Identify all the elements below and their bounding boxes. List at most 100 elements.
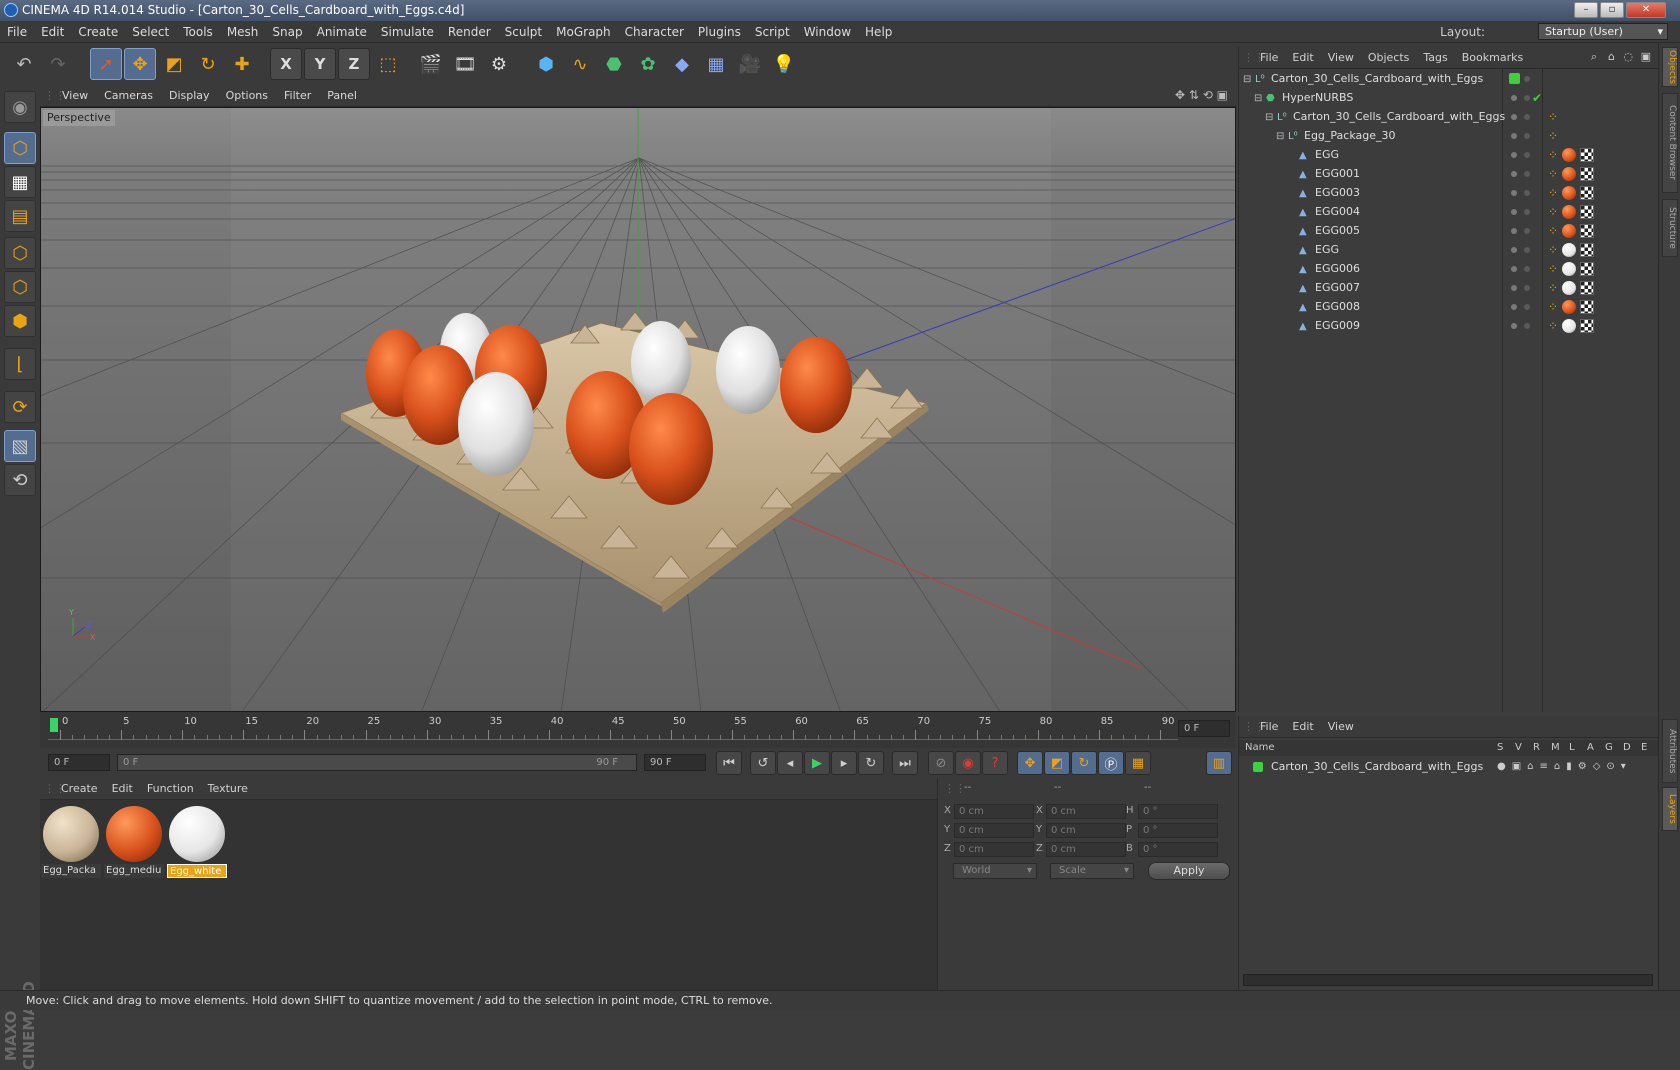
uvw-tag-icon[interactable] bbox=[1580, 148, 1594, 162]
timeline-ruler[interactable]: 0 5 10 15 20 25 30 35 40 45 50 55 60 65 70 75 80 85 90 0 F bbox=[40, 712, 1236, 748]
cube-primitive-icon[interactable]: ⬢ bbox=[530, 48, 562, 80]
menu-script[interactable]: Script bbox=[748, 21, 797, 43]
layer-col-l[interactable]: L bbox=[1569, 740, 1575, 756]
phong-tag-icon[interactable]: ⁘ bbox=[1548, 244, 1560, 256]
menu-select[interactable]: Select bbox=[125, 21, 176, 43]
editor-visibility-dot[interactable] bbox=[1511, 304, 1517, 310]
coord-pos-y-field[interactable]: 0 cm bbox=[954, 823, 1034, 838]
search-icon[interactable]: ⌕ bbox=[1591, 50, 1597, 64]
uvw-tag-icon[interactable] bbox=[1580, 281, 1594, 295]
render-visibility-dot[interactable] bbox=[1524, 285, 1530, 291]
uvw-tag-icon[interactable] bbox=[1580, 243, 1594, 257]
render-visibility-dot[interactable] bbox=[1524, 304, 1530, 310]
new-view-icon[interactable]: ▣ bbox=[1641, 50, 1651, 63]
coord-rot-b-field[interactable]: 0 ° bbox=[1138, 842, 1218, 857]
layer-col-m[interactable]: M bbox=[1551, 740, 1560, 756]
render-visibility-dot[interactable] bbox=[1524, 190, 1530, 196]
editor-visibility-dot[interactable] bbox=[1511, 133, 1517, 139]
layer-col-r[interactable]: R bbox=[1533, 740, 1540, 756]
menu-sculpt[interactable]: Sculpt bbox=[498, 21, 549, 43]
uvw-tag-icon[interactable] bbox=[1580, 186, 1594, 200]
object-row[interactable]: ⊟ ⬣ HyperNURBS ✔ bbox=[1239, 88, 1659, 108]
phong-tag-icon[interactable]: ⁘ bbox=[1548, 263, 1560, 275]
phong-tag-icon[interactable]: ⁘ bbox=[1548, 225, 1560, 237]
object-row[interactable]: ▲ EGG008 ⁘ bbox=[1239, 297, 1659, 317]
material-swatch-egg-white[interactable]: Egg_white bbox=[167, 804, 227, 878]
mograph-cloner-icon[interactable]: ✿ bbox=[632, 48, 664, 80]
coordinate-space-dropdown[interactable]: World ▾ bbox=[953, 863, 1037, 879]
object-row[interactable]: ▲ EGG004 ⁘ bbox=[1239, 202, 1659, 222]
layout-dropdown[interactable]: Startup (User) ▾ bbox=[1538, 23, 1668, 40]
material-tag-icon[interactable] bbox=[1562, 243, 1576, 257]
add-object-icon[interactable]: ✚ bbox=[226, 48, 258, 80]
editor-visibility-dot[interactable] bbox=[1511, 152, 1517, 158]
render-picture-viewer-icon[interactable]: 🎞 bbox=[449, 48, 481, 80]
render-visibility-dot[interactable] bbox=[1524, 114, 1530, 120]
viewport-menu-cameras[interactable]: Cameras bbox=[96, 85, 161, 107]
material-swatch-egg-medium[interactable]: Egg_mediu bbox=[104, 804, 164, 878]
size-mode-dropdown[interactable]: Scale ▾ bbox=[1050, 863, 1134, 879]
layer-col-s[interactable]: S bbox=[1497, 740, 1503, 756]
timeline-window-icon[interactable]: ▥ bbox=[1206, 751, 1232, 775]
layer-row[interactable]: Carton_30_Cells_Cardboard_with_Eggs ●▣⌂≡… bbox=[1239, 757, 1659, 777]
object-row[interactable]: ▲ EGG006 ⁘ bbox=[1239, 259, 1659, 279]
coord-size-z-field[interactable]: 0 cm bbox=[1046, 842, 1126, 857]
material-tag-icon[interactable] bbox=[1562, 186, 1576, 200]
nurbs-icon[interactable]: ⬣ bbox=[598, 48, 630, 80]
material-menu-create[interactable]: Create bbox=[54, 778, 105, 800]
previous-frame-icon[interactable]: ◂ bbox=[777, 751, 803, 775]
render-visibility-dot[interactable] bbox=[1524, 133, 1530, 139]
render-view-icon[interactable]: 🎬 bbox=[415, 48, 447, 80]
viewport-menu-filter[interactable]: Filter bbox=[276, 85, 319, 107]
locked-workplane-icon[interactable]: ⟲ bbox=[4, 464, 36, 496]
menu-window[interactable]: Window bbox=[797, 21, 858, 43]
coord-size-x-field[interactable]: 0 cm bbox=[1046, 804, 1126, 819]
home-icon[interactable]: ⌂ bbox=[1608, 50, 1615, 63]
previous-key-icon[interactable]: ↺ bbox=[750, 751, 776, 775]
close-button[interactable]: ✕ bbox=[1626, 2, 1666, 18]
render-visibility-dot[interactable] bbox=[1524, 209, 1530, 215]
object-menu-file[interactable]: File bbox=[1253, 47, 1285, 69]
lock-y-axis-button[interactable]: Y bbox=[304, 48, 336, 80]
model-mode-icon[interactable]: ⬡ bbox=[4, 132, 36, 164]
editor-visibility-dot[interactable] bbox=[1511, 228, 1517, 234]
key-rotation-icon[interactable]: ↻ bbox=[1071, 751, 1097, 775]
phong-tag-icon[interactable]: ⁘ bbox=[1548, 130, 1560, 142]
tab-attributes[interactable]: Attributes bbox=[1662, 719, 1678, 783]
coord-rot-h-field[interactable]: 0 ° bbox=[1138, 804, 1218, 819]
scale-tool-icon[interactable]: ◩ bbox=[158, 48, 190, 80]
layer-col-g[interactable]: G bbox=[1605, 740, 1613, 756]
layer-col-e[interactable]: E bbox=[1641, 740, 1647, 756]
object-row[interactable]: ▲ EGG003 ⁘ bbox=[1239, 183, 1659, 203]
menu-plugins[interactable]: Plugins bbox=[691, 21, 748, 43]
expand-toggle-icon[interactable]: ⊟ bbox=[1243, 74, 1254, 85]
object-row[interactable]: ▲ EGG005 ⁘ bbox=[1239, 221, 1659, 241]
scene-floor-icon[interactable]: ▦ bbox=[700, 48, 732, 80]
object-row[interactable]: ⊟ L⁰ Egg_Package_30 ⁘ bbox=[1239, 126, 1659, 146]
tab-structure[interactable]: Structure bbox=[1662, 199, 1678, 257]
current-frame-display[interactable]: 0 F bbox=[1178, 720, 1230, 737]
object-row[interactable]: ▲ EGG007 ⁘ bbox=[1239, 278, 1659, 298]
viewport-menu-options[interactable]: Options bbox=[218, 85, 276, 107]
expand-toggle-icon[interactable]: ⊟ bbox=[1265, 112, 1276, 123]
viewport-camera-label[interactable]: Perspective bbox=[43, 110, 115, 126]
phong-tag-icon[interactable]: ⁘ bbox=[1548, 187, 1560, 199]
menu-animate[interactable]: Animate bbox=[310, 21, 374, 43]
go-to-start-icon[interactable]: ⏮ bbox=[716, 751, 742, 775]
autokey-icon[interactable]: ◉ bbox=[955, 751, 981, 775]
uvw-tag-icon[interactable] bbox=[1580, 224, 1594, 238]
editor-visibility-dot[interactable] bbox=[1511, 114, 1517, 120]
menu-tools[interactable]: Tools bbox=[176, 21, 220, 43]
material-tag-icon[interactable] bbox=[1562, 319, 1576, 333]
render-visibility-dot[interactable] bbox=[1524, 228, 1530, 234]
expand-toggle-icon[interactable]: ⊟ bbox=[1276, 131, 1287, 142]
points-mode-icon[interactable]: ⬡ bbox=[4, 237, 36, 269]
uvw-tag-icon[interactable] bbox=[1580, 300, 1594, 314]
menu-mograph[interactable]: MoGraph bbox=[549, 21, 618, 43]
viewport-menu-display[interactable]: Display bbox=[161, 85, 218, 107]
texture-mode-icon[interactable]: ▦ bbox=[4, 166, 36, 198]
key-position-icon[interactable]: ✥ bbox=[1017, 751, 1043, 775]
layer-scrollbar[interactable] bbox=[1243, 974, 1653, 986]
phong-tag-icon[interactable]: ⁘ bbox=[1548, 111, 1560, 123]
play-icon[interactable]: ▶ bbox=[804, 751, 830, 775]
